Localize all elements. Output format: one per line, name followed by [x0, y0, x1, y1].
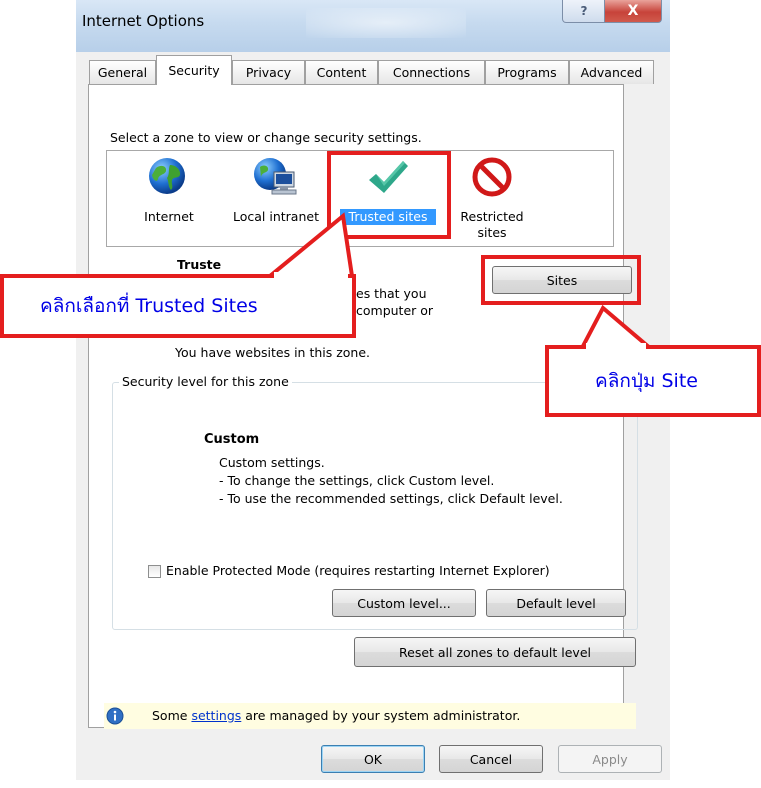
callout-site-join: [586, 343, 646, 349]
tab-security[interactable]: Security: [156, 55, 232, 85]
callout-trusted-sites: คลิกเลือกที่ Trusted Sites: [0, 274, 356, 338]
callout-click-site: คลิกปุ่ม Site: [545, 345, 761, 417]
callout-trusted-join: [274, 272, 348, 278]
